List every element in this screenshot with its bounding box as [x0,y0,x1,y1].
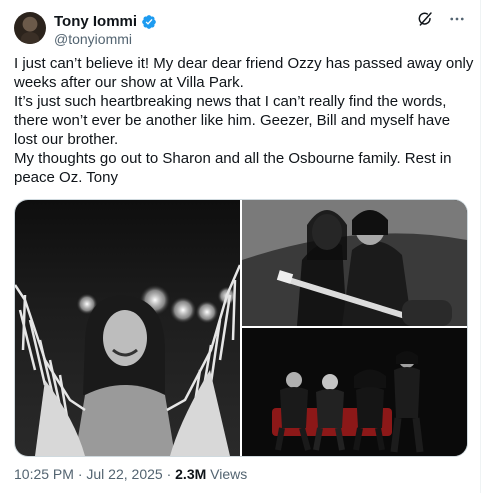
grok-icon[interactable] [416,10,434,28]
top-actions [416,10,466,28]
tweet-card: Tony Iommi @tonyiommi I just can’t belie… [0,0,481,493]
more-options-icon[interactable] [448,10,466,28]
author-name[interactable]: Tony Iommi [54,13,137,30]
photo-band-seated[interactable] [242,328,467,456]
tweet-time[interactable]: 10:25 PM [14,466,74,482]
photo-ozzy-stage[interactable] [15,200,240,456]
views-label: Views [210,466,248,482]
photo-ozzy-tony-embrace[interactable] [242,200,467,326]
avatar[interactable] [14,12,46,44]
tweet-text: I just can’t believe it! My dear dear fr… [14,55,474,186]
verified-badge-icon [142,14,156,29]
views-count: 2.3M [175,466,207,482]
date-views-separator: · [166,466,176,482]
author-name-row: Tony Iommi [54,13,157,30]
author-handle[interactable]: @tonyiommi [54,31,132,47]
tweet-footer: 10:25 PM · Jul 22, 2025 · 2.3M Views [14,466,247,482]
tweet-date[interactable]: Jul 22, 2025 [86,466,162,482]
media-grid [14,199,468,457]
